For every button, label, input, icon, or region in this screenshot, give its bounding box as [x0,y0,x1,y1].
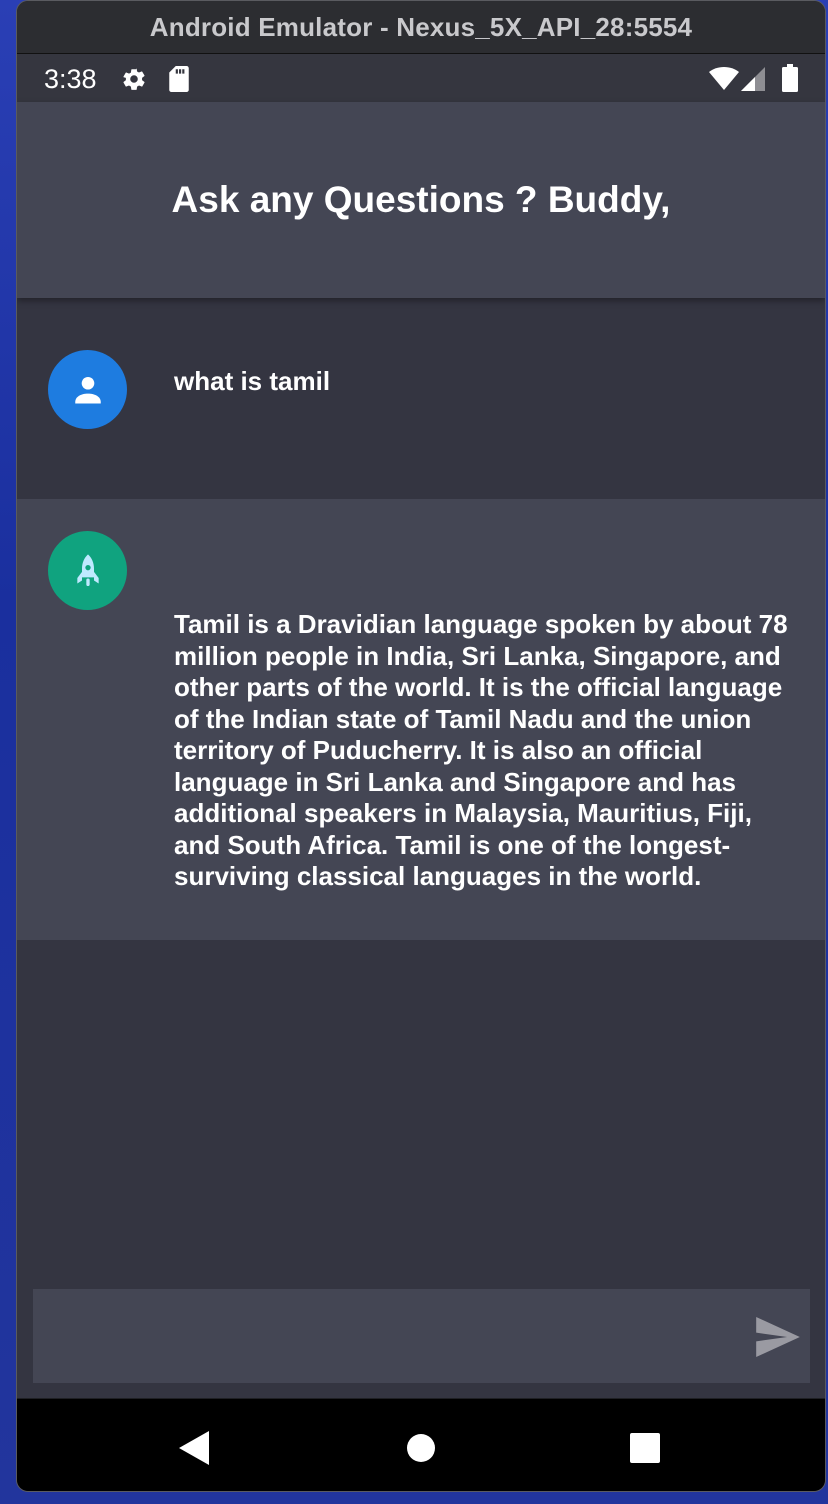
window-title: Android Emulator - Nexus_5X_API_28:5554 [149,11,693,42]
home-icon[interactable] [406,1433,436,1463]
android-status-bar: 3:38 [17,54,825,102]
user-message-text: what is tamil [174,366,331,396]
page-title: Ask any Questions ? Buddy, [171,179,671,220]
gear-icon [123,68,145,90]
signal-icon [741,67,765,91]
bot-avatar [48,531,127,610]
sd-card-icon [169,66,189,92]
window-titlebar[interactable]: Android Emulator - Nexus_5X_API_28:5554 [17,1,825,54]
user-message: what is tamil [17,298,825,499]
message-composer [33,1289,810,1385]
send-icon[interactable] [756,1317,800,1357]
rocket-icon [76,553,99,586]
android-nav-bar [17,1399,825,1491]
wifi-icon [709,67,739,90]
emulator-window: Android Emulator - Nexus_5X_API_28:5554 … [16,0,826,1492]
chat-list[interactable]: what is tamil Tamil is a Dravidian langu… [17,298,825,1398]
user-avatar [48,350,127,429]
status-time: 3:38 [44,64,97,94]
bot-message: Tamil is a Dravidian language spoken by … [17,499,825,940]
bot-message-text: Tamil is a Dravidian language spoken by … [174,609,788,891]
person-icon [74,376,101,403]
message-input[interactable] [49,1289,733,1385]
back-icon[interactable] [179,1431,209,1465]
battery-icon [782,64,798,92]
app-bar: Ask any Questions ? Buddy, [17,102,825,298]
recents-icon[interactable] [629,1432,661,1464]
